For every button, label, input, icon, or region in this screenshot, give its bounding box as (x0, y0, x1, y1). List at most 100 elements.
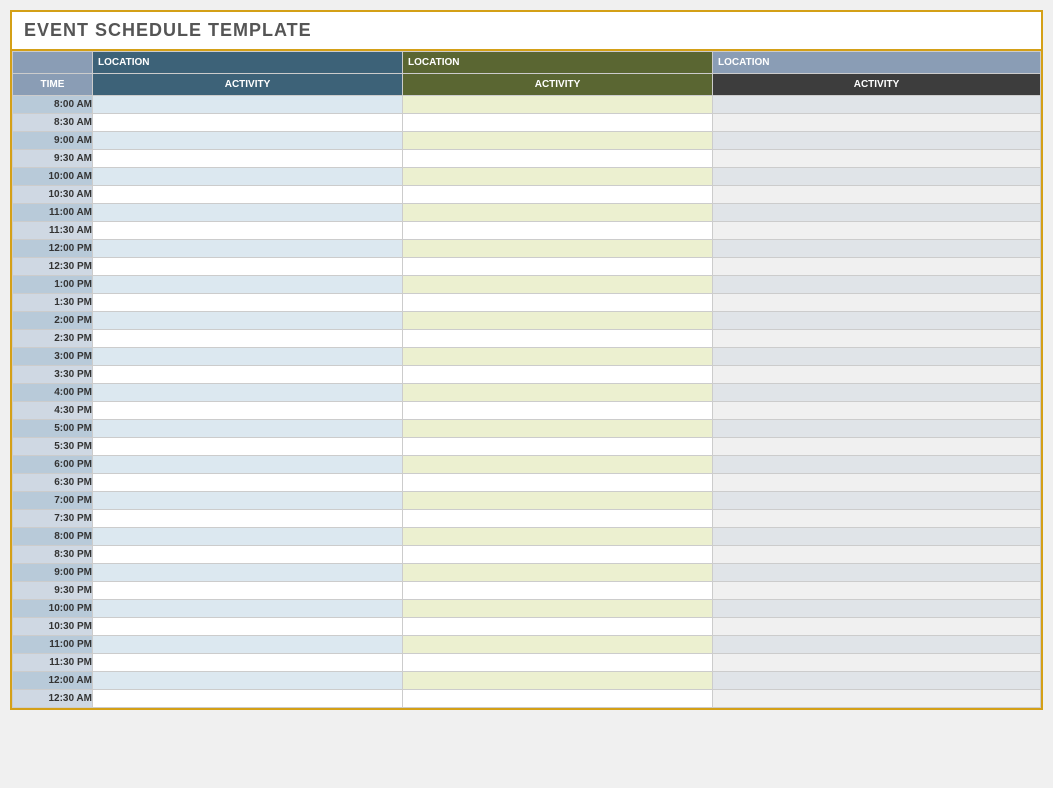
activity-cell-3[interactable] (713, 276, 1041, 294)
activity-cell-3[interactable] (713, 528, 1041, 546)
activity-cell-2[interactable] (403, 456, 713, 474)
activity-cell-1[interactable] (93, 654, 403, 672)
activity-cell-2[interactable] (403, 240, 713, 258)
activity-cell-1[interactable] (93, 510, 403, 528)
activity-cell-3[interactable] (713, 330, 1041, 348)
activity-cell-1[interactable] (93, 600, 403, 618)
activity-cell-3[interactable] (713, 240, 1041, 258)
activity-cell-2[interactable] (403, 474, 713, 492)
activity-cell-2[interactable] (403, 654, 713, 672)
activity-cell-3[interactable] (713, 654, 1041, 672)
activity-cell-1[interactable] (93, 420, 403, 438)
activity-cell-3[interactable] (713, 402, 1041, 420)
activity-cell-2[interactable] (403, 582, 713, 600)
activity-cell-2[interactable] (403, 312, 713, 330)
activity-cell-1[interactable] (93, 564, 403, 582)
activity-cell-1[interactable] (93, 582, 403, 600)
activity-cell-3[interactable] (713, 492, 1041, 510)
activity-cell-3[interactable] (713, 348, 1041, 366)
activity-cell-1[interactable] (93, 276, 403, 294)
activity-cell-2[interactable] (403, 258, 713, 276)
activity-cell-3[interactable] (713, 672, 1041, 690)
activity-cell-1[interactable] (93, 636, 403, 654)
activity-cell-2[interactable] (403, 690, 713, 708)
activity-cell-2[interactable] (403, 132, 713, 150)
activity-cell-2[interactable] (403, 204, 713, 222)
activity-cell-1[interactable] (93, 672, 403, 690)
activity-cell-3[interactable] (713, 132, 1041, 150)
activity-cell-1[interactable] (93, 114, 403, 132)
activity-cell-3[interactable] (713, 312, 1041, 330)
activity-cell-3[interactable] (713, 96, 1041, 114)
activity-cell-2[interactable] (403, 348, 713, 366)
activity-cell-1[interactable] (93, 366, 403, 384)
activity-cell-3[interactable] (713, 114, 1041, 132)
activity-cell-3[interactable] (713, 600, 1041, 618)
activity-cell-3[interactable] (713, 510, 1041, 528)
activity-cell-2[interactable] (403, 564, 713, 582)
activity-cell-3[interactable] (713, 582, 1041, 600)
activity-cell-3[interactable] (713, 222, 1041, 240)
activity-cell-2[interactable] (403, 510, 713, 528)
activity-cell-2[interactable] (403, 402, 713, 420)
activity-cell-3[interactable] (713, 420, 1041, 438)
activity-cell-1[interactable] (93, 96, 403, 114)
activity-cell-3[interactable] (713, 258, 1041, 276)
activity-cell-1[interactable] (93, 150, 403, 168)
activity-cell-2[interactable] (403, 294, 713, 312)
activity-cell-1[interactable] (93, 438, 403, 456)
activity-cell-3[interactable] (713, 366, 1041, 384)
activity-cell-1[interactable] (93, 690, 403, 708)
activity-cell-1[interactable] (93, 222, 403, 240)
activity-cell-3[interactable] (713, 618, 1041, 636)
activity-cell-2[interactable] (403, 600, 713, 618)
activity-cell-1[interactable] (93, 312, 403, 330)
activity-cell-3[interactable] (713, 636, 1041, 654)
activity-cell-2[interactable] (403, 150, 713, 168)
activity-cell-1[interactable] (93, 456, 403, 474)
activity-cell-1[interactable] (93, 186, 403, 204)
activity-cell-1[interactable] (93, 132, 403, 150)
activity-cell-2[interactable] (403, 438, 713, 456)
activity-cell-2[interactable] (403, 672, 713, 690)
activity-cell-2[interactable] (403, 366, 713, 384)
activity-cell-3[interactable] (713, 150, 1041, 168)
activity-cell-1[interactable] (93, 168, 403, 186)
activity-cell-1[interactable] (93, 294, 403, 312)
activity-cell-1[interactable] (93, 384, 403, 402)
activity-cell-2[interactable] (403, 492, 713, 510)
activity-cell-3[interactable] (713, 690, 1041, 708)
activity-cell-2[interactable] (403, 384, 713, 402)
activity-cell-1[interactable] (93, 204, 403, 222)
activity-cell-1[interactable] (93, 348, 403, 366)
activity-cell-1[interactable] (93, 528, 403, 546)
activity-cell-1[interactable] (93, 474, 403, 492)
activity-cell-3[interactable] (713, 204, 1041, 222)
activity-cell-3[interactable] (713, 438, 1041, 456)
activity-cell-1[interactable] (93, 492, 403, 510)
activity-cell-2[interactable] (403, 114, 713, 132)
activity-cell-3[interactable] (713, 456, 1041, 474)
activity-cell-2[interactable] (403, 96, 713, 114)
activity-cell-3[interactable] (713, 546, 1041, 564)
activity-cell-2[interactable] (403, 330, 713, 348)
activity-cell-1[interactable] (93, 330, 403, 348)
activity-cell-1[interactable] (93, 402, 403, 420)
activity-cell-1[interactable] (93, 258, 403, 276)
activity-cell-1[interactable] (93, 240, 403, 258)
activity-cell-2[interactable] (403, 168, 713, 186)
activity-cell-3[interactable] (713, 564, 1041, 582)
activity-cell-2[interactable] (403, 636, 713, 654)
activity-cell-2[interactable] (403, 222, 713, 240)
activity-cell-2[interactable] (403, 546, 713, 564)
activity-cell-2[interactable] (403, 186, 713, 204)
activity-cell-3[interactable] (713, 384, 1041, 402)
activity-cell-3[interactable] (713, 294, 1041, 312)
activity-cell-3[interactable] (713, 168, 1041, 186)
activity-cell-2[interactable] (403, 420, 713, 438)
activity-cell-1[interactable] (93, 546, 403, 564)
activity-cell-2[interactable] (403, 276, 713, 294)
activity-cell-2[interactable] (403, 528, 713, 546)
activity-cell-3[interactable] (713, 186, 1041, 204)
activity-cell-1[interactable] (93, 618, 403, 636)
